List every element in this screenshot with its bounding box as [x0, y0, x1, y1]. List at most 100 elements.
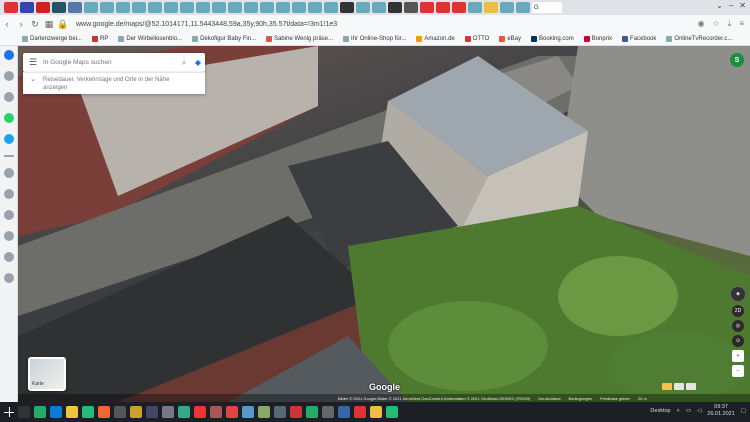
country-link[interactable]: Deutschland — [538, 396, 560, 401]
tab-favicon[interactable] — [292, 2, 306, 13]
hamburger-menu-icon[interactable]: ☰ — [23, 57, 43, 68]
clock[interactable]: 09:37 26.01.2021 — [707, 404, 735, 418]
more-icon[interactable] — [3, 273, 14, 283]
download-icon[interactable] — [3, 210, 14, 220]
avatar[interactable]: S — [730, 53, 744, 67]
chrome-icon[interactable] — [82, 406, 94, 418]
bookmark-item[interactable]: Dartenzwerge bei... — [22, 36, 82, 42]
bookmark-item[interactable]: Dekofigur Baby Fin... — [192, 36, 256, 42]
app-icon[interactable] — [130, 406, 142, 418]
tab-favicon[interactable] — [436, 2, 450, 13]
mode-2d-button[interactable]: 2D — [732, 305, 744, 317]
tab-favicon[interactable] — [196, 2, 210, 13]
tab-favicon[interactable] — [340, 2, 354, 13]
photo-thumbnail[interactable] — [674, 383, 684, 390]
chevron-up-icon[interactable]: ˄ — [677, 408, 680, 414]
chevron-down-icon[interactable]: ⌄ — [23, 76, 43, 84]
tab-google-maps[interactable]: G — [532, 2, 562, 13]
tab-favicon[interactable] — [420, 2, 434, 13]
bookmark-item[interactable]: OnlineTvRecorder.c... — [666, 36, 732, 42]
bookmark-star-icon[interactable]: ☆ — [713, 19, 720, 29]
tab-favicon[interactable] — [20, 2, 34, 13]
tab-favicon[interactable] — [484, 2, 498, 13]
pegman-icon[interactable] — [662, 383, 672, 390]
menu-icon[interactable]: ≡ — [739, 19, 744, 29]
app-icon[interactable] — [34, 406, 46, 418]
back-icon[interactable]: ‹ — [0, 19, 14, 29]
app-icon[interactable] — [354, 406, 366, 418]
grid-icon[interactable]: ▦ — [42, 19, 56, 30]
search-icon[interactable] — [18, 406, 30, 418]
whatsapp-icon[interactable] — [3, 113, 14, 123]
zoom-out-button[interactable]: − — [732, 365, 744, 377]
bookmark-item[interactable]: eBay — [499, 36, 521, 42]
tab-favicon[interactable] — [180, 2, 194, 13]
tab-favicon[interactable] — [468, 2, 482, 13]
directions-icon[interactable]: ◆ — [191, 58, 205, 67]
tab-favicon[interactable] — [212, 2, 226, 13]
app-icon[interactable] — [242, 406, 254, 418]
bookmark-item[interactable]: Sabine Wenig präse... — [266, 36, 333, 42]
shop-icon[interactable] — [3, 71, 14, 81]
scale-label[interactable]: 20 m — [638, 396, 647, 401]
app-icon[interactable] — [258, 406, 270, 418]
app-icon[interactable] — [146, 406, 158, 418]
tab-favicon[interactable] — [84, 2, 98, 13]
tab-favicon[interactable] — [68, 2, 82, 13]
app-icon[interactable] — [306, 406, 318, 418]
cube-icon[interactable] — [3, 231, 14, 241]
briefcase-icon[interactable] — [3, 92, 14, 102]
tab-favicon[interactable] — [244, 2, 258, 13]
nearby-info-box[interactable]: ⌄ Reisedauer, Verkehrslage und Orte in d… — [23, 72, 205, 94]
feedback-link[interactable]: Feedback geben — [600, 396, 630, 401]
app-icon[interactable] — [226, 406, 238, 418]
minimize-icon[interactable]: – — [729, 1, 733, 10]
app-icon[interactable] — [210, 406, 222, 418]
folder-icon[interactable] — [66, 406, 78, 418]
layers-toggle[interactable]: Karte — [28, 357, 66, 391]
dropdown-icon[interactable]: ⌄ — [716, 1, 723, 10]
compass-icon[interactable]: ◈ — [730, 286, 746, 302]
tab-favicon[interactable] — [148, 2, 162, 13]
volume-icon[interactable]: ◁ — [697, 408, 701, 414]
tab-favicon[interactable] — [388, 2, 402, 13]
tab-favicon[interactable] — [276, 2, 290, 13]
terms-link[interactable]: Bedingungen — [569, 396, 593, 401]
app-icon[interactable] — [162, 406, 174, 418]
tab-favicon[interactable] — [132, 2, 146, 13]
tab-favicon[interactable] — [404, 2, 418, 13]
bookmark-item[interactable]: Booking.com — [531, 36, 574, 42]
bookmark-item[interactable]: Bonprix — [583, 36, 612, 42]
tab-favicon[interactable] — [228, 2, 242, 13]
search-input[interactable] — [43, 59, 177, 66]
history-icon[interactable] — [3, 189, 14, 199]
search-icon[interactable]: ⌕ — [177, 58, 191, 68]
tab-favicon[interactable] — [260, 2, 274, 13]
url-field[interactable]: www.google.de/maps/@52.1014171,11.544344… — [76, 21, 337, 28]
windows-start-icon[interactable] — [4, 407, 14, 417]
opera-icon[interactable] — [194, 406, 206, 418]
bookmark-item[interactable]: Ihr Online-Shop für... — [343, 36, 406, 42]
bookmark-item[interactable]: OTTO — [464, 36, 489, 42]
app-icon[interactable] — [178, 406, 190, 418]
settings-icon[interactable] — [3, 252, 14, 262]
tab-favicon[interactable] — [164, 2, 178, 13]
app-icon[interactable] — [98, 406, 110, 418]
desktop-label[interactable]: Desktop — [650, 408, 670, 414]
location-icon[interactable]: ⊙ — [732, 335, 744, 347]
edge-icon[interactable] — [50, 406, 62, 418]
tab-favicon[interactable] — [308, 2, 322, 13]
tab-favicon[interactable] — [36, 2, 50, 13]
photo-thumbnail[interactable] — [686, 383, 696, 390]
tab-favicon[interactable] — [356, 2, 370, 13]
tab-favicon[interactable] — [116, 2, 130, 13]
location-icon[interactable]: ◉ — [698, 19, 705, 29]
twitter-icon[interactable] — [3, 134, 14, 144]
heart-icon[interactable] — [3, 168, 14, 178]
bookmark-item[interactable]: Facebook — [622, 36, 656, 42]
tab-favicon[interactable] — [100, 2, 114, 13]
app-icon[interactable] — [338, 406, 350, 418]
app-icon[interactable] — [290, 406, 302, 418]
tab-favicon[interactable] — [52, 2, 66, 13]
zoom-in-button[interactable]: + — [732, 350, 744, 362]
